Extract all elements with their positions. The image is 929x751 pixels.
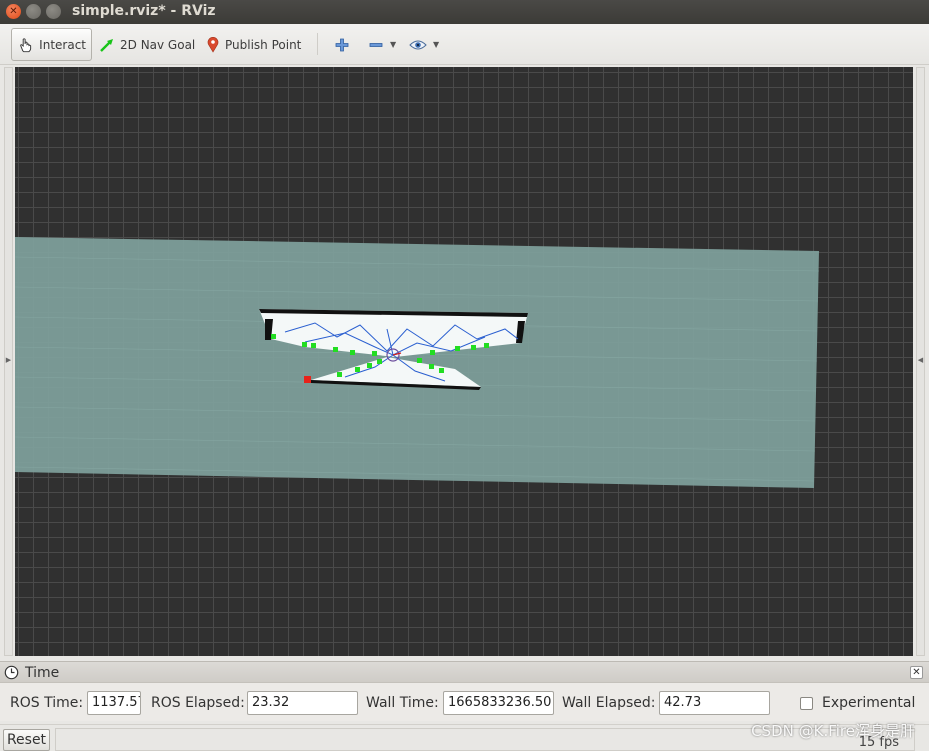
publish-point-tool-label: Publish Point	[225, 37, 302, 52]
wall-elapsed-field[interactable]: 42.73	[659, 691, 770, 715]
wall-time-label: Wall Time:	[366, 695, 439, 711]
toolbar-separator	[317, 33, 318, 55]
left-panel-splitter[interactable]: ▶	[4, 67, 13, 656]
nav-goal-arrow-icon	[100, 38, 113, 52]
experimental-checkbox[interactable]	[800, 697, 813, 710]
chevron-right-icon: ▶	[5, 356, 12, 364]
ros-time-label: ROS Time:	[10, 695, 84, 711]
nav-goal-tool-label: 2D Nav Goal	[120, 37, 196, 52]
window-title: simple.rviz* - RViz	[72, 3, 216, 19]
map-visualization	[15, 237, 820, 488]
time-panel-title: Time	[25, 665, 60, 681]
eye-icon	[409, 40, 427, 49]
chevron-down-icon: ▼	[390, 40, 397, 49]
view-options-button[interactable]: ▼	[404, 28, 444, 61]
interact-tool-button[interactable]: Interact	[11, 28, 92, 61]
chevron-down-icon: ▼	[433, 40, 440, 49]
ros-time-field[interactable]: 1137.57	[87, 691, 141, 715]
clock-icon	[4, 665, 19, 680]
hand-pointer-icon	[20, 37, 32, 52]
wall-elapsed-label: Wall Elapsed:	[562, 695, 656, 711]
ros-elapsed-field[interactable]: 23.32	[247, 691, 358, 715]
close-icon[interactable]: ✕	[910, 666, 923, 679]
interact-tool-label: Interact	[39, 37, 86, 52]
window-minimize-icon[interactable]	[26, 4, 41, 19]
remove-tool-button[interactable]: ▼	[363, 28, 401, 61]
right-panel-splitter[interactable]: ◀	[916, 67, 925, 656]
goal-marker	[304, 376, 311, 383]
3d-viewport[interactable]	[15, 67, 913, 656]
watermark-text: CSDN @K.Fire浑身是肝	[751, 722, 915, 740]
add-tool-button[interactable]	[329, 28, 355, 61]
window-maximize-icon[interactable]	[46, 4, 61, 19]
time-panel-header: Time ✕	[0, 661, 929, 683]
render-area: ▶ ◀	[0, 65, 929, 658]
window-titlebar[interactable]: ✕ simple.rviz* - RViz	[0, 0, 929, 24]
toolbar: Interact 2D Nav Goal Publish Point ▼ ▼	[0, 24, 929, 65]
nav-goal-tool-button[interactable]: 2D Nav Goal	[94, 28, 200, 61]
reset-button[interactable]: Reset	[3, 729, 50, 751]
experimental-label: Experimental	[822, 695, 916, 711]
minus-icon	[369, 42, 383, 47]
map-pin-icon	[207, 37, 219, 53]
ros-elapsed-label: ROS Elapsed:	[151, 695, 245, 711]
chevron-left-icon: ◀	[917, 356, 924, 364]
plus-icon	[335, 38, 349, 51]
window-close-icon[interactable]: ✕	[6, 4, 21, 19]
wall-time-field[interactable]: 1665833236.50	[443, 691, 554, 715]
time-panel: Time ✕ ROS Time: 1137.57 ROS Elapsed: 23…	[0, 661, 929, 721]
publish-point-tool-button[interactable]: Publish Point	[201, 28, 306, 61]
